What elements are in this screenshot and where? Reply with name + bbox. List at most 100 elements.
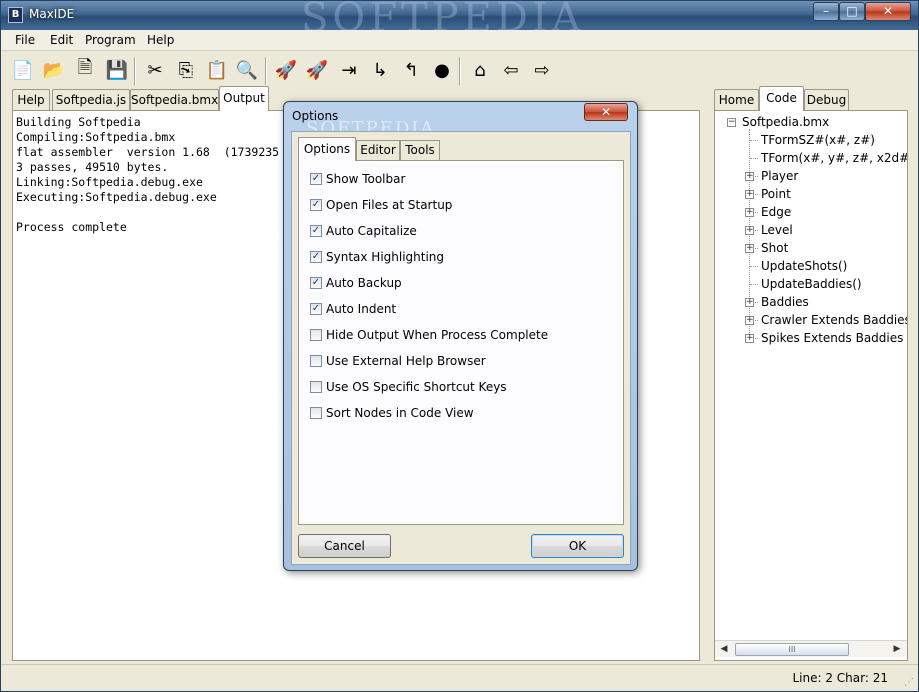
close-button[interactable]: ✕ (865, 2, 911, 21)
expand-icon[interactable]: + (745, 190, 754, 199)
title-bar[interactable]: B MaxIDE SOFTPEDIA – □ ✕ (1, 0, 918, 41)
menu-edit[interactable]: Edit (50, 33, 73, 47)
cancel-button[interactable]: Cancel (298, 534, 391, 558)
option-label: Hide Output When Process Complete (326, 328, 549, 342)
option-label: Open Files at Startup (326, 198, 453, 212)
tree-item[interactable]: UpdateShots() (715, 257, 907, 275)
forward-icon[interactable]: ⇨ (529, 57, 555, 83)
dialog-tab-options[interactable]: Options (298, 137, 356, 161)
expand-icon[interactable]: + (745, 244, 754, 253)
checkbox-unchecked[interactable] (310, 407, 322, 419)
tree-item-label: TFormSZ#(x#, z#) (761, 133, 875, 147)
tree-item-label: TForm(x#, y#, z#, x2d# Var, y2d# Var (761, 151, 907, 165)
option-label: Show Toolbar (326, 172, 406, 186)
tree-item[interactable]: TFormSZ#(x#, z#) (715, 131, 907, 149)
checkbox-checked[interactable]: ✓ (310, 303, 322, 315)
expand-icon[interactable]: + (745, 334, 754, 343)
main-window: B MaxIDE SOFTPEDIA – □ ✕ File Edit Progr… (0, 0, 919, 692)
home-icon[interactable]: ⌂ (467, 57, 493, 83)
checkbox-unchecked[interactable] (310, 329, 322, 341)
tab-home[interactable]: Home (714, 89, 759, 111)
tree-item-label: Spikes Extends Baddies (761, 331, 904, 345)
step-out-icon[interactable]: ↰ (398, 57, 424, 83)
expand-icon[interactable]: + (745, 298, 754, 307)
options-panel: ✓ Show Toolbar ✓ Open Files at Startup ✓ Auto… (298, 160, 624, 525)
copy-icon[interactable]: ⎘ (173, 57, 199, 83)
option-label: Sort Nodes in Code View (326, 406, 474, 420)
dialog-tab-editor[interactable]: Editor (356, 140, 400, 160)
menu-help[interactable]: Help (147, 33, 174, 47)
paste-icon[interactable]: 📋 (204, 57, 230, 83)
tab-debug[interactable]: Debug (804, 89, 849, 111)
scroll-thumb[interactable]: III (735, 643, 849, 656)
option-label: Syntax Highlighting (326, 250, 445, 264)
dialog-close-button[interactable]: ✕ (584, 103, 628, 121)
open-folder-icon[interactable]: 📂 (41, 57, 67, 83)
tree-guide-branch (750, 284, 758, 285)
checkbox-checked[interactable]: ✓ (310, 251, 322, 263)
stop-icon[interactable]: ● (429, 57, 455, 83)
back-icon[interactable]: ⇦ (498, 57, 524, 83)
dialog-tab-tools[interactable]: Tools (400, 140, 440, 160)
tree-item[interactable]: + Spikes Extends Baddies (715, 329, 907, 347)
ok-button[interactable]: OK (531, 534, 624, 558)
checkbox-checked[interactable]: ✓ (310, 277, 322, 289)
expand-icon[interactable]: + (745, 172, 754, 181)
tree-guide-branch (750, 140, 758, 141)
tree-item[interactable]: + Point (715, 185, 907, 203)
tree-item-label: UpdateShots() (761, 259, 848, 273)
window-title: MaxIDE (29, 7, 75, 21)
tree-item[interactable]: + Edge (715, 203, 907, 221)
step-in-icon[interactable]: ↳ (367, 57, 393, 83)
save-icon[interactable]: 💾 (104, 57, 130, 83)
option-label: Use External Help Browser (326, 354, 486, 368)
tree-item-label: Baddies (761, 295, 809, 309)
tree-guide-branch (750, 266, 758, 267)
expand-icon[interactable]: + (745, 226, 754, 235)
tree-item-label: Crawler Extends Baddies (761, 313, 907, 327)
menu-file[interactable]: File (15, 33, 35, 47)
tree-item[interactable]: + Shot (715, 239, 907, 257)
scroll-right-icon[interactable]: ▶ (889, 642, 905, 657)
toolbar-separator (459, 57, 461, 85)
tab-code[interactable]: Code (759, 86, 804, 111)
checkbox-checked[interactable]: ✓ (310, 225, 322, 237)
tree-item[interactable]: TForm(x#, y#, z#, x2d# Var, y2d# Var (715, 149, 907, 167)
step-icon[interactable]: ⇥ (336, 57, 362, 83)
find-icon[interactable]: 🔍 (234, 57, 260, 83)
checkbox-checked[interactable]: ✓ (310, 173, 322, 185)
checkbox-checked[interactable]: ✓ (310, 199, 322, 211)
tree-item-label: Shot (761, 241, 789, 255)
close-file-icon[interactable]: 🗎 (72, 57, 98, 83)
tab-output[interactable]: Output (219, 86, 269, 111)
checkbox-unchecked[interactable] (310, 355, 322, 367)
checkbox-unchecked[interactable] (310, 381, 322, 393)
tree-item[interactable]: UpdateBaddies() (715, 275, 907, 293)
resize-grip-icon[interactable]: ⋰ (904, 677, 916, 689)
expand-icon[interactable]: + (745, 316, 754, 325)
tree-item[interactable]: + Baddies (715, 293, 907, 311)
minimize-button[interactable]: – (813, 2, 839, 21)
dialog-body: Options Editor Tools ✓ Show Toolbar ✓ Open … (291, 131, 631, 565)
tree-item[interactable]: + Crawler Extends Baddies (715, 311, 907, 329)
option-label: Auto Capitalize (326, 224, 417, 238)
tree-item[interactable]: + Level (715, 221, 907, 239)
menu-program[interactable]: Program (85, 33, 136, 47)
scroll-left-icon[interactable]: ◀ (716, 642, 732, 657)
option-label: Use OS Specific Shortcut Keys (326, 380, 507, 394)
cut-icon[interactable]: ✂ (142, 57, 168, 83)
option-label: Auto Backup (326, 276, 402, 290)
maximize-button[interactable]: □ (839, 2, 865, 21)
collapse-icon[interactable]: − (727, 118, 736, 127)
tree-guide-branch (750, 158, 758, 159)
tree-item[interactable]: + Player (715, 167, 907, 185)
app-icon: B (8, 7, 23, 23)
expand-icon[interactable]: + (745, 208, 754, 217)
options-dialog: Options SOFTPEDIA ✕ Options Editor Tools… (283, 101, 638, 571)
new-file-icon[interactable]: 📄 (10, 57, 36, 83)
horizontal-scrollbar[interactable]: ◀ III ▶ (715, 640, 907, 657)
build-icon[interactable]: 🚀 (273, 57, 299, 83)
toolbar: 📄 📂 🗎 💾 ✂ ⎘ 📋 🔍 🚀 🚀 ⇥ ↳ ↰ ● ⌂ ⇦ ⇨ (1, 51, 918, 89)
build-run-icon[interactable]: 🚀 (304, 57, 330, 83)
tree-item-label: Player (761, 169, 799, 183)
